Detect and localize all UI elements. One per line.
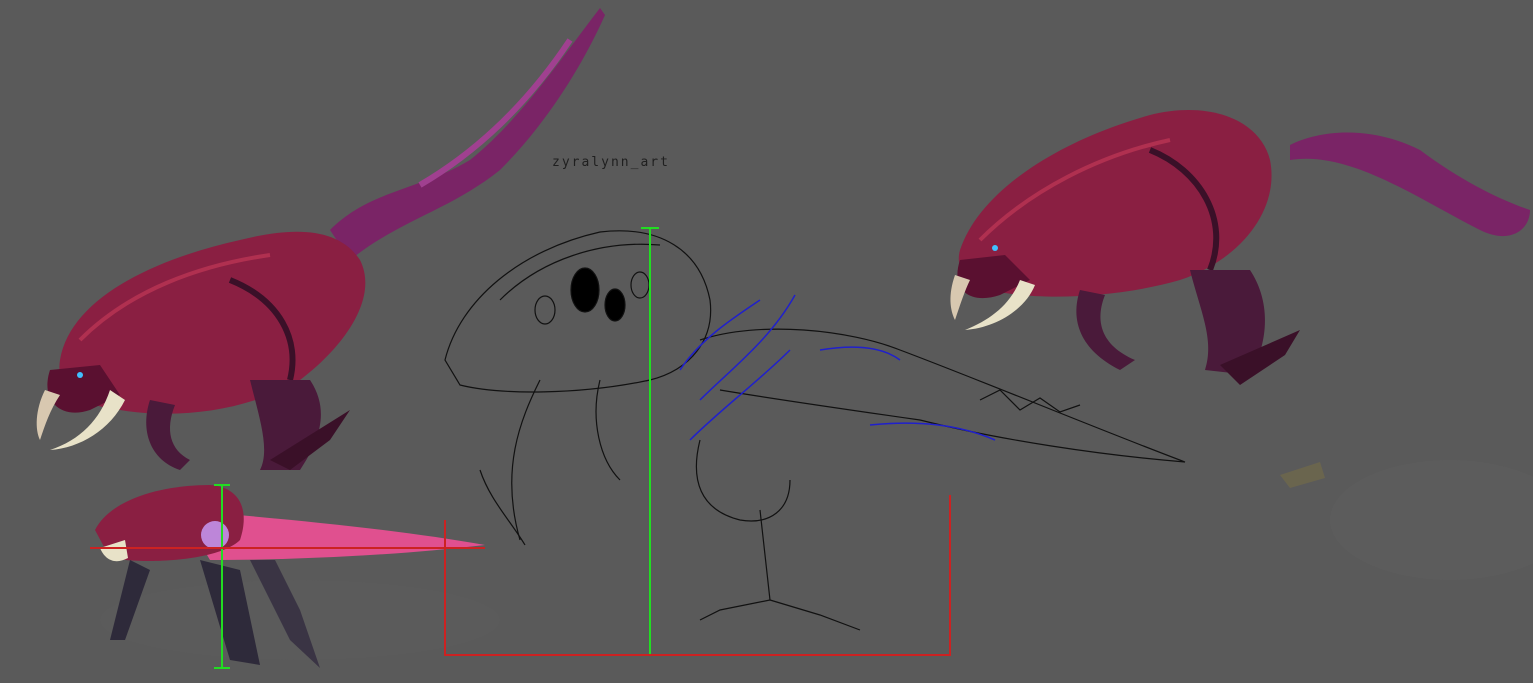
concept-sheet — [36, 8, 1533, 669]
watermark-signature: zyralynn_art — [552, 155, 670, 170]
background-smudges — [100, 460, 1533, 660]
creature-painting-left — [36, 8, 605, 470]
creature-painting-right — [950, 110, 1530, 385]
artwork-canvas: zyralynn_art — [0, 0, 1533, 683]
lineart-fin-guides — [679, 294, 996, 441]
